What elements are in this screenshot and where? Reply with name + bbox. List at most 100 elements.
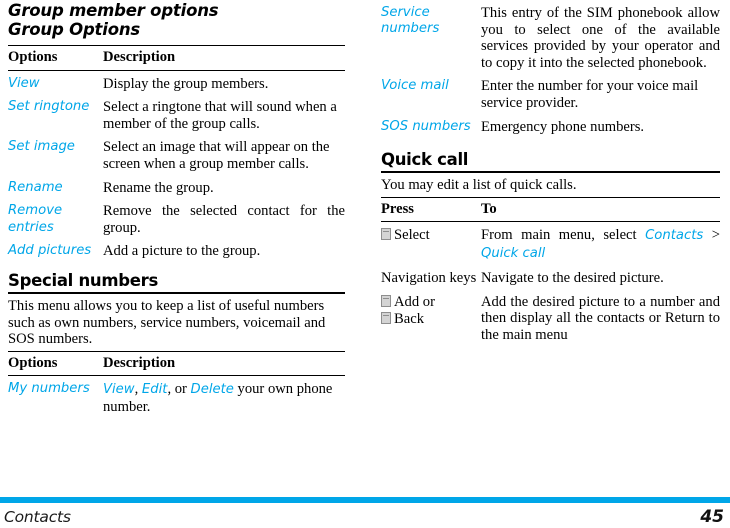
press-line: Navigation keys [381, 270, 481, 287]
press-label: Navigation keys [381, 269, 477, 286]
description-cell: Select a ringtone that will sound when a… [103, 99, 337, 132]
inline-term: Edit [141, 382, 168, 398]
inline-term: Delete [190, 382, 234, 398]
column-header-description: Description [103, 49, 176, 65]
table-body: View Display the group members. Set ring… [8, 70, 345, 265]
table-row: Set image Select an image that will appe… [8, 137, 345, 177]
left-column: Group member options Group Options Optio… [0, 0, 365, 495]
inline-text: > [703, 227, 720, 244]
softkey-icon [381, 228, 391, 241]
rich-description: From main menu, select Contacts > Quick … [481, 227, 720, 261]
table-row: Remove entries Remove the selected conta… [8, 201, 345, 241]
option-term: Voice mail [381, 78, 449, 94]
table-row: Voice mail Enter the number for your voi… [381, 76, 720, 116]
option-term: View [8, 75, 40, 91]
description-cell: Enter the number for your voice mail ser… [481, 78, 699, 111]
footer-accent-bar [0, 497, 730, 503]
option-cell: SOS numbers [381, 117, 481, 141]
column-header-options: Options [8, 49, 58, 65]
option-term: Set ringtone [8, 99, 90, 115]
page-footer: Contacts 45 [0, 505, 730, 528]
option-cell: Add pictures [8, 241, 103, 265]
table-row: SOS numbers Emergency phone numbers. [381, 117, 720, 141]
table-header-row: Options Description [8, 45, 345, 71]
description-cell: Add a picture to the group. [103, 243, 261, 260]
special-numbers-intro: This menu allows you to keep a list of u… [8, 297, 326, 348]
section-rule [381, 171, 720, 174]
manual-page: Group member options Group Options Optio… [0, 0, 730, 528]
inline-text: , or [167, 381, 191, 398]
table-row: Add or Back Add the desired picture to a… [381, 292, 720, 349]
option-cell: View [8, 70, 103, 97]
rich-description: View, Edit, or Delete your own phone num… [103, 381, 332, 415]
description-cell: Remove the selected contact for the grou… [103, 203, 345, 236]
table-header: Press To [381, 197, 720, 222]
column-header-options: Options [8, 354, 58, 371]
rich-description: Navigate to the desired picture. [481, 270, 664, 286]
table-header: Options Description [8, 351, 345, 376]
press-cell: Select [381, 222, 481, 268]
table-row: Service numbers This entry of the SIM ph… [381, 0, 720, 76]
section-heading-quick-call: Quick call [381, 150, 469, 170]
table-row: Set ringtone Select a ringtone that will… [8, 97, 345, 137]
option-term: Remove entries [8, 203, 63, 235]
softkey-icon [381, 311, 391, 324]
description-cell: Navigate to the desired picture. [481, 268, 720, 292]
description-cell: Add the desired picture to a number and … [481, 292, 720, 349]
rich-description: Add the desired picture to a number and … [481, 294, 720, 343]
footer-page-number: 45 [700, 506, 724, 527]
option-cell: Set ringtone [8, 97, 103, 137]
table-body: Select From main menu, select Contacts >… [381, 222, 720, 348]
description-cell: Emergency phone numbers. [481, 118, 645, 135]
table-row: Navigation keys Navigate to the desired … [381, 268, 720, 292]
chapter-heading-group-options: Group Options [8, 20, 141, 39]
option-cell: Service numbers [381, 0, 481, 76]
option-term: Service numbers [381, 5, 440, 37]
table-header-row: Press To [381, 197, 720, 222]
table-header: Options Description [8, 45, 345, 71]
inline-text: Add the desired picture to a number and … [481, 293, 720, 343]
table-row: Select From main menu, select Contacts >… [381, 222, 720, 268]
quick-call-intro: You may edit a list of quick calls. [381, 177, 577, 194]
footer-chapter-label: Contacts [4, 507, 71, 526]
option-term: Rename [8, 179, 63, 195]
table-row: Rename Rename the group. [8, 178, 345, 202]
inline-text: From main menu, select [481, 227, 646, 244]
option-term: My numbers [8, 381, 90, 397]
column-header-press: Press [381, 200, 414, 217]
table-body: Service numbers This entry of the SIM ph… [381, 0, 720, 140]
description-cell: Display the group members. [103, 75, 269, 92]
column-header-description: Description [103, 354, 176, 371]
press-label: Add or [394, 293, 435, 310]
right-column: Service numbers This entry of the SIM ph… [365, 0, 730, 495]
option-cell: Remove entries [8, 201, 103, 241]
option-cell: Set image [8, 137, 103, 177]
special-numbers-continued-table: Service numbers This entry of the SIM ph… [381, 0, 720, 140]
press-cell: Add or Back [381, 292, 481, 349]
inline-text: Navigate to the desired picture. [481, 269, 664, 286]
description-cell: This entry of the SIM phonebook allow yo… [481, 5, 720, 71]
inline-term: Quick call [481, 245, 546, 261]
description-cell: View, Edit, or Delete your own phone num… [103, 376, 345, 421]
description-cell: Rename the group. [103, 179, 214, 196]
quick-call-table: Press To Select From main menu, select C… [381, 197, 720, 349]
chapter-heading-group-member-options: Group member options [8, 1, 219, 20]
option-cell: Voice mail [381, 76, 481, 116]
press-line: Select [381, 227, 481, 244]
press-cell: Navigation keys [381, 268, 481, 292]
section-heading-special-numbers: Special numbers [8, 270, 159, 290]
group-options-table: Options Description View Display the gro… [8, 45, 345, 265]
inline-term: View [103, 382, 135, 398]
section-rule [8, 291, 345, 294]
description-cell: Select an image that will appear on the … [103, 139, 330, 172]
press-line: Back [381, 311, 481, 328]
page-columns: Group member options Group Options Optio… [0, 0, 730, 495]
column-header-to: To [481, 200, 497, 217]
table-body: My numbers View, Edit, or Delete your ow… [8, 376, 345, 421]
press-line: Add or [381, 294, 481, 311]
inline-term: Contacts [645, 228, 704, 244]
description-cell: From main menu, select Contacts > Quick … [481, 222, 720, 268]
table-row: Add pictures Add a picture to the group. [8, 241, 345, 265]
option-term: Set image [8, 139, 75, 155]
press-label: Select [394, 227, 430, 244]
